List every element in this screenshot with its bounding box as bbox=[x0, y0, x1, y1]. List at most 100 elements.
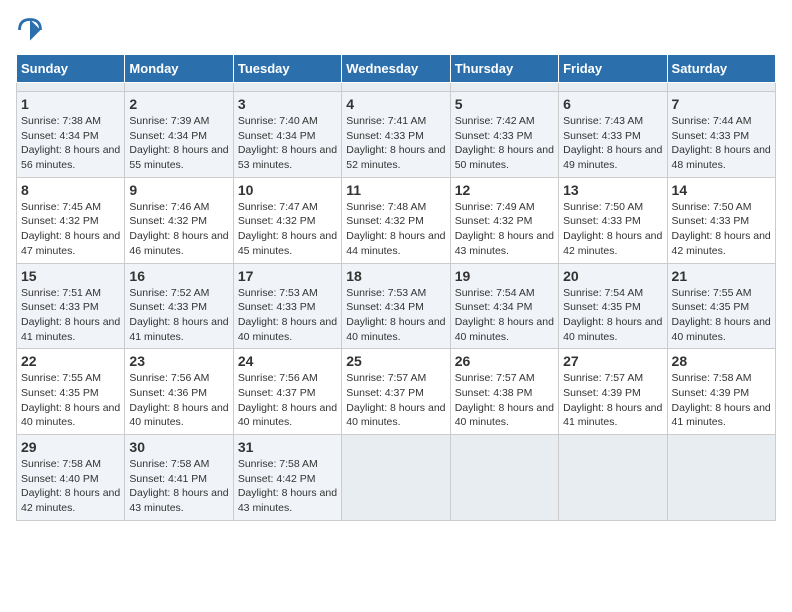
calendar-cell: 16 Sunrise: 7:52 AM Sunset: 4:33 PM Dayl… bbox=[125, 263, 233, 349]
calendar-week-5: 29 Sunrise: 7:58 AM Sunset: 4:40 PM Dayl… bbox=[17, 435, 776, 521]
sunset-text: Sunset: 4:39 PM bbox=[672, 386, 771, 401]
sunrise-text: Sunrise: 7:49 AM bbox=[455, 200, 554, 215]
daylight-text: Daylight: 8 hours and 40 minutes. bbox=[238, 401, 337, 430]
sunset-text: Sunset: 4:34 PM bbox=[346, 300, 445, 315]
column-header-friday: Friday bbox=[559, 55, 667, 83]
calendar-cell: 25 Sunrise: 7:57 AM Sunset: 4:37 PM Dayl… bbox=[342, 349, 450, 435]
sunset-text: Sunset: 4:33 PM bbox=[129, 300, 228, 315]
logo bbox=[16, 16, 48, 44]
calendar-week-1: 1 Sunrise: 7:38 AM Sunset: 4:34 PM Dayli… bbox=[17, 92, 776, 178]
daylight-text: Daylight: 8 hours and 43 minutes. bbox=[455, 229, 554, 258]
daylight-text: Daylight: 8 hours and 44 minutes. bbox=[346, 229, 445, 258]
day-number: 31 bbox=[238, 439, 337, 455]
sunset-text: Sunset: 4:37 PM bbox=[346, 386, 445, 401]
sunset-text: Sunset: 4:32 PM bbox=[238, 214, 337, 229]
sunset-text: Sunset: 4:37 PM bbox=[238, 386, 337, 401]
sunset-text: Sunset: 4:32 PM bbox=[346, 214, 445, 229]
sunset-text: Sunset: 4:41 PM bbox=[129, 472, 228, 487]
calendar-cell: 9 Sunrise: 7:46 AM Sunset: 4:32 PM Dayli… bbox=[125, 177, 233, 263]
daylight-text: Daylight: 8 hours and 42 minutes. bbox=[21, 486, 120, 515]
day-info: Sunrise: 7:57 AM Sunset: 4:37 PM Dayligh… bbox=[346, 371, 445, 430]
day-number: 14 bbox=[672, 182, 771, 198]
day-info: Sunrise: 7:54 AM Sunset: 4:35 PM Dayligh… bbox=[563, 286, 662, 345]
day-info: Sunrise: 7:58 AM Sunset: 4:39 PM Dayligh… bbox=[672, 371, 771, 430]
daylight-text: Daylight: 8 hours and 40 minutes. bbox=[455, 315, 554, 344]
day-number: 4 bbox=[346, 96, 445, 112]
daylight-text: Daylight: 8 hours and 45 minutes. bbox=[238, 229, 337, 258]
daylight-text: Daylight: 8 hours and 40 minutes. bbox=[238, 315, 337, 344]
day-number: 8 bbox=[21, 182, 120, 198]
calendar-cell bbox=[450, 435, 558, 521]
calendar-cell: 12 Sunrise: 7:49 AM Sunset: 4:32 PM Dayl… bbox=[450, 177, 558, 263]
calendar-cell: 23 Sunrise: 7:56 AM Sunset: 4:36 PM Dayl… bbox=[125, 349, 233, 435]
daylight-text: Daylight: 8 hours and 43 minutes. bbox=[129, 486, 228, 515]
sunrise-text: Sunrise: 7:44 AM bbox=[672, 114, 771, 129]
sunrise-text: Sunrise: 7:53 AM bbox=[238, 286, 337, 301]
calendar-cell: 30 Sunrise: 7:58 AM Sunset: 4:41 PM Dayl… bbox=[125, 435, 233, 521]
day-number: 12 bbox=[455, 182, 554, 198]
daylight-text: Daylight: 8 hours and 40 minutes. bbox=[563, 315, 662, 344]
day-info: Sunrise: 7:50 AM Sunset: 4:33 PM Dayligh… bbox=[672, 200, 771, 259]
sunrise-text: Sunrise: 7:41 AM bbox=[346, 114, 445, 129]
day-info: Sunrise: 7:40 AM Sunset: 4:34 PM Dayligh… bbox=[238, 114, 337, 173]
calendar-cell: 14 Sunrise: 7:50 AM Sunset: 4:33 PM Dayl… bbox=[667, 177, 775, 263]
daylight-text: Daylight: 8 hours and 46 minutes. bbox=[129, 229, 228, 258]
day-number: 28 bbox=[672, 353, 771, 369]
day-number: 15 bbox=[21, 268, 120, 284]
day-number: 27 bbox=[563, 353, 662, 369]
daylight-text: Daylight: 8 hours and 43 minutes. bbox=[238, 486, 337, 515]
calendar-cell: 26 Sunrise: 7:57 AM Sunset: 4:38 PM Dayl… bbox=[450, 349, 558, 435]
day-number: 17 bbox=[238, 268, 337, 284]
day-number: 16 bbox=[129, 268, 228, 284]
calendar-cell bbox=[342, 83, 450, 92]
sunset-text: Sunset: 4:35 PM bbox=[672, 300, 771, 315]
sunset-text: Sunset: 4:38 PM bbox=[455, 386, 554, 401]
day-number: 22 bbox=[21, 353, 120, 369]
day-number: 29 bbox=[21, 439, 120, 455]
sunset-text: Sunset: 4:33 PM bbox=[238, 300, 337, 315]
sunset-text: Sunset: 4:33 PM bbox=[346, 129, 445, 144]
day-number: 13 bbox=[563, 182, 662, 198]
sunrise-text: Sunrise: 7:45 AM bbox=[21, 200, 120, 215]
sunset-text: Sunset: 4:34 PM bbox=[21, 129, 120, 144]
daylight-text: Daylight: 8 hours and 53 minutes. bbox=[238, 143, 337, 172]
day-info: Sunrise: 7:44 AM Sunset: 4:33 PM Dayligh… bbox=[672, 114, 771, 173]
daylight-text: Daylight: 8 hours and 40 minutes. bbox=[21, 401, 120, 430]
logo-icon bbox=[16, 16, 44, 44]
calendar-cell: 7 Sunrise: 7:44 AM Sunset: 4:33 PM Dayli… bbox=[667, 92, 775, 178]
calendar-cell bbox=[559, 83, 667, 92]
day-info: Sunrise: 7:53 AM Sunset: 4:34 PM Dayligh… bbox=[346, 286, 445, 345]
sunrise-text: Sunrise: 7:53 AM bbox=[346, 286, 445, 301]
day-number: 19 bbox=[455, 268, 554, 284]
day-info: Sunrise: 7:52 AM Sunset: 4:33 PM Dayligh… bbox=[129, 286, 228, 345]
calendar-cell: 3 Sunrise: 7:40 AM Sunset: 4:34 PM Dayli… bbox=[233, 92, 341, 178]
calendar-cell: 2 Sunrise: 7:39 AM Sunset: 4:34 PM Dayli… bbox=[125, 92, 233, 178]
day-number: 25 bbox=[346, 353, 445, 369]
daylight-text: Daylight: 8 hours and 40 minutes. bbox=[672, 315, 771, 344]
sunset-text: Sunset: 4:32 PM bbox=[129, 214, 228, 229]
sunrise-text: Sunrise: 7:57 AM bbox=[346, 371, 445, 386]
calendar-cell: 6 Sunrise: 7:43 AM Sunset: 4:33 PM Dayli… bbox=[559, 92, 667, 178]
sunrise-text: Sunrise: 7:52 AM bbox=[129, 286, 228, 301]
calendar-cell: 5 Sunrise: 7:42 AM Sunset: 4:33 PM Dayli… bbox=[450, 92, 558, 178]
calendar-cell bbox=[667, 83, 775, 92]
daylight-text: Daylight: 8 hours and 47 minutes. bbox=[21, 229, 120, 258]
calendar-cell: 10 Sunrise: 7:47 AM Sunset: 4:32 PM Dayl… bbox=[233, 177, 341, 263]
sunset-text: Sunset: 4:33 PM bbox=[563, 214, 662, 229]
day-number: 1 bbox=[21, 96, 120, 112]
day-info: Sunrise: 7:50 AM Sunset: 4:33 PM Dayligh… bbox=[563, 200, 662, 259]
calendar-cell: 22 Sunrise: 7:55 AM Sunset: 4:35 PM Dayl… bbox=[17, 349, 125, 435]
day-number: 7 bbox=[672, 96, 771, 112]
calendar-cell: 20 Sunrise: 7:54 AM Sunset: 4:35 PM Dayl… bbox=[559, 263, 667, 349]
sunrise-text: Sunrise: 7:48 AM bbox=[346, 200, 445, 215]
calendar-cell: 13 Sunrise: 7:50 AM Sunset: 4:33 PM Dayl… bbox=[559, 177, 667, 263]
column-header-tuesday: Tuesday bbox=[233, 55, 341, 83]
calendar-table: SundayMondayTuesdayWednesdayThursdayFrid… bbox=[16, 54, 776, 521]
sunset-text: Sunset: 4:34 PM bbox=[238, 129, 337, 144]
day-number: 10 bbox=[238, 182, 337, 198]
sunset-text: Sunset: 4:32 PM bbox=[21, 214, 120, 229]
sunrise-text: Sunrise: 7:39 AM bbox=[129, 114, 228, 129]
sunrise-text: Sunrise: 7:56 AM bbox=[129, 371, 228, 386]
sunrise-text: Sunrise: 7:56 AM bbox=[238, 371, 337, 386]
daylight-text: Daylight: 8 hours and 40 minutes. bbox=[129, 401, 228, 430]
